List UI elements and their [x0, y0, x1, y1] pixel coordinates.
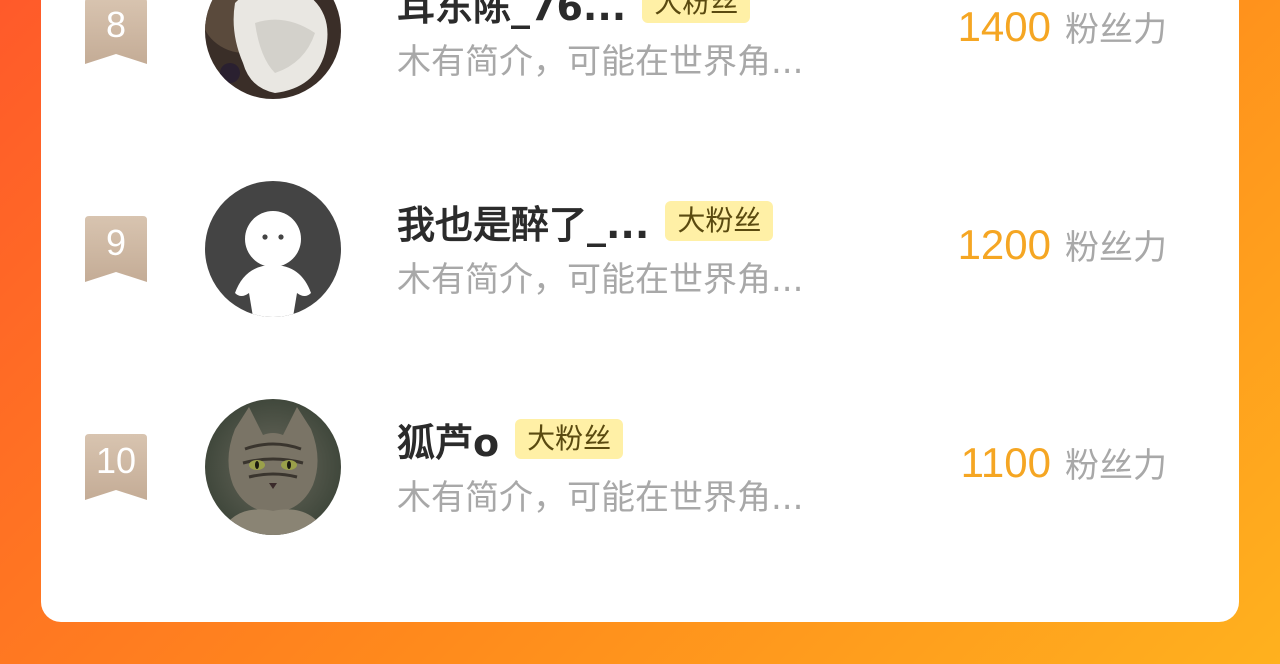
- rank-number: 10: [95, 440, 137, 481]
- default-person-avatar-icon: [205, 181, 341, 317]
- fan-power-value: 1100: [960, 439, 1051, 486]
- fan-level-badge: 大粉丝: [665, 201, 774, 241]
- username[interactable]: 耳东陈_76...: [397, 0, 626, 31]
- fan-power: 1100 粉丝力: [961, 438, 1167, 487]
- name-line: 我也是醉了_... 大粉丝: [397, 194, 774, 249]
- rank-badge: 9: [85, 216, 147, 282]
- fan-power-unit: 粉丝力: [1065, 446, 1167, 486]
- avatar[interactable]: [205, 0, 341, 99]
- fan-power-value: 1200: [957, 221, 1051, 268]
- fan-level-badge: 大粉丝: [642, 0, 751, 23]
- fan-row[interactable]: 8 耳东陈_76... 大粉丝 木有简介，可能在世界角... 1400 粉丝力: [41, 0, 1239, 100]
- username[interactable]: 狐芦o: [397, 412, 499, 467]
- name-line: 狐芦o 大粉丝: [397, 412, 624, 467]
- rank-number: 9: [105, 222, 127, 263]
- fan-power-value: 1400: [957, 3, 1051, 50]
- fan-power: 1400 粉丝力: [958, 2, 1167, 51]
- user-description: 木有简介，可能在世界角...: [397, 260, 804, 300]
- user-photo-icon: [205, 0, 341, 99]
- fan-power-unit: 粉丝力: [1065, 228, 1167, 268]
- rank-badge: 8: [85, 0, 147, 64]
- cat-photo-icon: [205, 399, 341, 535]
- fan-row[interactable]: 10 狐芦o 大粉丝 木有简介，可能在世界角... 1100 粉丝力: [41, 396, 1239, 536]
- fan-row[interactable]: 9 我也是醉了_... 大粉丝 木有简介，可能在世界角... 1200 粉丝力: [41, 178, 1239, 318]
- fan-power: 1200 粉丝力: [958, 220, 1167, 269]
- rank-badge: 10: [85, 434, 147, 500]
- rank-number: 8: [105, 4, 127, 45]
- avatar[interactable]: [205, 181, 341, 317]
- name-line: 耳东陈_76... 大粉丝: [397, 0, 751, 31]
- user-description: 木有简介，可能在世界角...: [397, 478, 804, 518]
- fan-level-badge: 大粉丝: [515, 419, 624, 459]
- fan-ranking-card: 8 耳东陈_76... 大粉丝 木有简介，可能在世界角... 1400 粉丝力: [41, 0, 1239, 622]
- user-description: 木有简介，可能在世界角...: [397, 42, 804, 82]
- avatar[interactable]: [205, 399, 341, 535]
- username[interactable]: 我也是醉了_...: [397, 194, 649, 249]
- fan-power-unit: 粉丝力: [1065, 10, 1167, 50]
